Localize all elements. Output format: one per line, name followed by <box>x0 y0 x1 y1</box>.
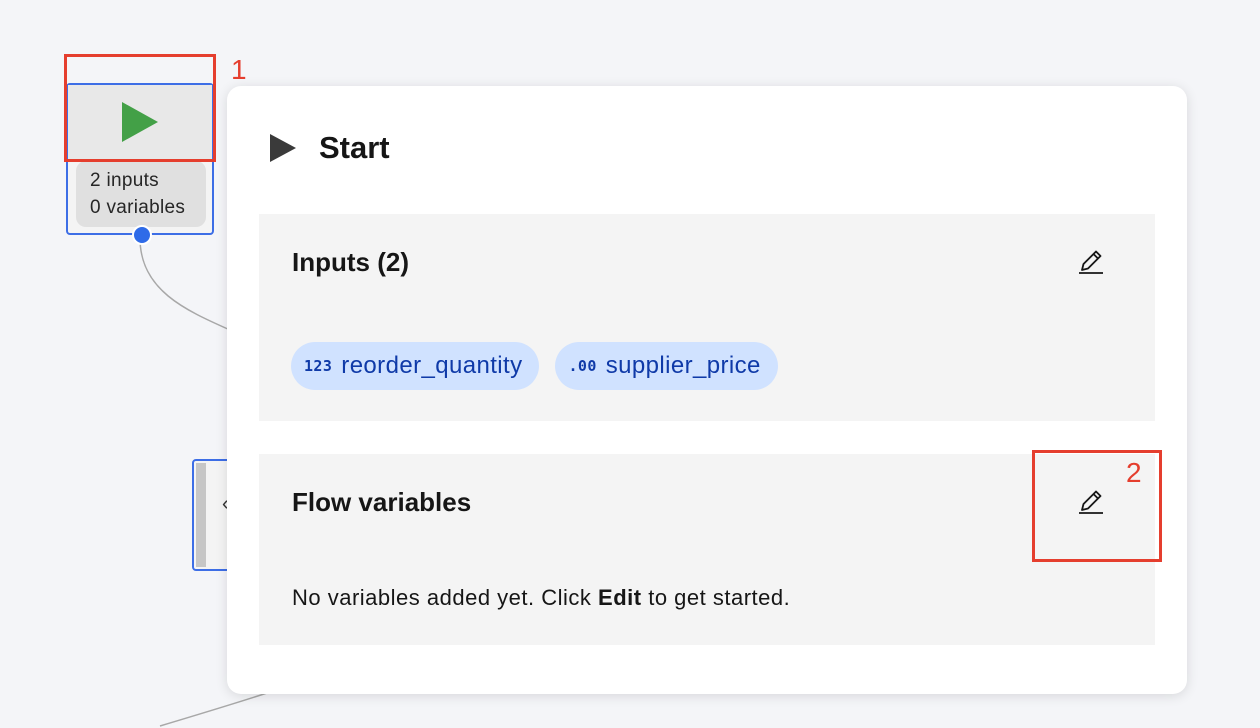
annotation-box-2 <box>1032 450 1162 562</box>
panel-title: Start <box>319 130 390 165</box>
connector-bottom <box>159 691 271 727</box>
inputs-tag-list: 123 reorder_quantity .00 supplier_price <box>291 342 778 390</box>
flow-variables-section-title: Flow variables <box>292 487 472 517</box>
input-tag-label: supplier_price <box>605 352 761 379</box>
empty-text-before: No variables added yet. Click <box>292 585 599 610</box>
annotation-label-2: 2 <box>1126 457 1142 488</box>
input-tag-label: reorder_quantity <box>341 352 523 379</box>
variables-count-label: 0 variables <box>90 197 186 218</box>
panel-header: Start <box>269 130 390 166</box>
empty-text-edit: Edit <box>598 585 642 610</box>
empty-text-after: to get started. <box>641 585 791 610</box>
flow-canvas[interactable]: ‹ 2 inputs 0 variables Start Inputs (2) <box>0 0 1260 728</box>
pencil-icon <box>1079 250 1103 274</box>
edit-inputs-button[interactable] <box>1071 241 1111 281</box>
flow-variables-section: Flow variables No variables added yet. C… <box>259 454 1155 645</box>
annotation-box-1 <box>64 54 216 162</box>
input-tag-supplier-price[interactable]: .00 supplier_price <box>555 342 778 390</box>
start-details-panel: Start Inputs (2) 123 reorder_quantity .0… <box>227 86 1187 694</box>
inputs-count-label: 2 inputs <box>90 170 159 191</box>
annotation-label-1: 1 <box>231 54 247 85</box>
output-port[interactable] <box>132 225 152 245</box>
inputs-section-title: Inputs (2) <box>292 247 409 277</box>
decimal-type-icon: .00 <box>568 357 597 375</box>
inputs-section: Inputs (2) 123 reorder_quantity .00 supp… <box>259 214 1155 421</box>
connector-start-out <box>139 237 231 331</box>
start-node-counts: 2 inputs 0 variables <box>76 161 206 227</box>
integer-type-icon: 123 <box>304 357 333 375</box>
node-stripe <box>196 463 206 567</box>
play-icon <box>270 134 296 162</box>
input-tag-reorder-quantity[interactable]: 123 reorder_quantity <box>291 342 540 390</box>
flow-variables-empty-text: No variables added yet. Click Edit to ge… <box>292 585 790 611</box>
